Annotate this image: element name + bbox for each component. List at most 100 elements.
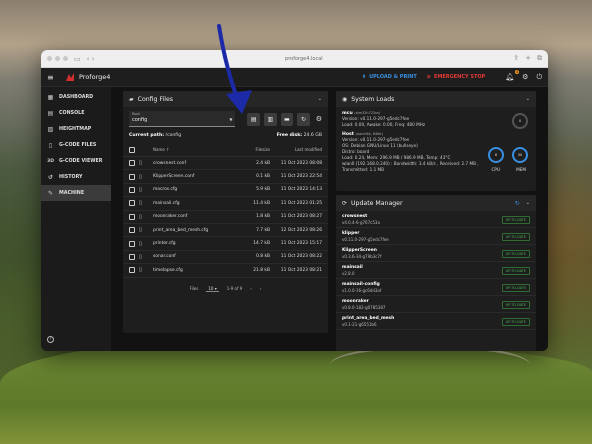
file-icon: ▯ [139,160,142,167]
select-all-checkbox[interactable] [129,146,135,153]
file-name[interactable]: KlipperScreen.conf [149,174,234,179]
file-name[interactable]: printer.cfg [149,241,234,246]
update-icon: ⟳ [342,199,348,207]
file-size: 7.7 kB [256,227,270,233]
sidebar-item-label: DASHBOARD [59,94,94,100]
sidebar-item-console[interactable]: ▤ CONSOLE [41,105,111,121]
sidebar-item-label: MACHINE [59,190,85,196]
mcu-gauge: 0 [512,113,528,129]
sidebar-toggle-icon[interactable]: ▭ [74,55,81,63]
size-column-header[interactable]: Filesize [234,147,270,152]
sidebar-item-gcode-viewer[interactable]: 3D G-CODE VIEWER [41,153,111,169]
date-column-header[interactable]: Last modified [270,147,322,152]
name-column-header[interactable]: Name ↑ [149,147,234,152]
file-name[interactable]: crowsnest.conf [149,161,234,166]
up-to-date-badge[interactable]: UP-TO-DATE [501,249,530,258]
file-date: 11 Oct 2023 14:13 [280,187,322,193]
maximize-dot[interactable] [63,56,68,61]
power-icon[interactable]: ⏻ [536,73,542,82]
up-to-date-badge[interactable]: UP-TO-DATE [501,317,530,326]
file-size: 0.1 kB [256,174,270,180]
minimize-dot[interactable] [55,56,60,61]
notification-button[interactable]: 🔔︎ 4 [505,70,520,81]
sidebar-item-heightmap[interactable]: ▨ HEIGHTMAP [41,121,111,137]
mem-gauge-label: MEM [516,167,526,172]
update-list: crowsnest v4.0.4-6-g767c53a UP-TO-DATE klip… [336,211,536,330]
url-bar[interactable]: proforge4.local [285,56,323,62]
table-row[interactable]: ▯ KlipperScreen.conf 0.1 kB 11 Oct 2023 22:… [123,170,328,184]
file-name[interactable]: macros.cfg [149,187,234,192]
table-row[interactable]: ▯ mainsail.cfg 11.4 kB 11 Oct 2023 01:25 [123,197,328,211]
help-icon[interactable]: ? [47,336,54,343]
folder-icon: ▰ [129,95,134,103]
wrench-icon: ✎ [47,189,54,197]
update-version: v2.8.0 [342,271,355,276]
share-icon[interactable]: ⇪ [513,54,519,63]
free-disk-label: Free disk: [276,133,303,138]
file-size: 14.7 kB [253,241,270,247]
file-plus-icon: ▤ [250,115,257,123]
settings-gear-icon[interactable]: ⚙ [316,115,322,123]
file-name[interactable]: print_area_bed_mesh.cfg [149,228,234,233]
back-icon[interactable]: ‹ › [87,55,95,63]
up-to-date-badge[interactable]: UP-TO-DATE [501,300,530,309]
cpu-gauge-value: 6 [494,153,498,157]
table-row[interactable]: ▯ print_area_bed_mesh.cfg 7.7 kB 12 Oct 202… [123,224,328,238]
root-select[interactable]: Root config ▼ [129,111,236,127]
table-row[interactable]: ▯ printer.cfg 14.7 kB 11 Oct 2023 15:17 [123,237,328,251]
tabs-icon[interactable]: ⧉ [537,54,542,63]
close-dot[interactable] [47,56,52,61]
settings-icon[interactable]: ⚙ [522,73,528,81]
root-select-label: Root [132,112,140,116]
mcu-gauge-value: 0 [518,119,522,123]
up-to-date-badge[interactable]: UP-TO-DATE [501,215,530,224]
chevron-down-icon[interactable]: ⌄ [526,96,530,102]
table-header: Name ↑ Filesize Last modified [123,143,328,157]
chevron-down-icon[interactable]: ⌄ [526,200,530,206]
window-controls[interactable] [47,56,68,61]
refresh-icon[interactable]: ↻ [515,200,520,207]
up-to-date-badge[interactable]: UP-TO-DATE [501,232,530,241]
sidebar-item-gcode-files[interactable]: ▯ G-CODE FILES [41,137,111,153]
new-folder-button[interactable]: ▬ [280,112,294,126]
up-to-date-badge[interactable]: UP-TO-DATE [501,283,530,292]
update-version: v0.11.0-297-g5edc7fee [342,237,389,242]
new-file-button[interactable]: ▤ [247,112,261,126]
new-tab-icon[interactable]: + [525,54,531,63]
sidebar-item-history[interactable]: ↺ HISTORY [41,169,111,185]
chevron-down-icon[interactable]: ⌄ [318,96,322,102]
sidebar-item-dashboard[interactable]: ▦ DASHBOARD [41,89,111,105]
bell-icon: 🔔︎ [505,73,515,81]
table-row[interactable]: ▯ crowsnest.conf 2.4 kB 11 Oct 2023 08:08 [123,157,328,171]
system-loads-title: System Loads [351,95,395,103]
menu-icon[interactable]: ≡ [47,73,61,82]
sidebar-item-machine[interactable]: ✎ MACHINE [41,185,111,201]
next-page-icon[interactable]: › [260,286,262,291]
upload-file-button[interactable]: ▥ [264,112,277,126]
path-row: Current path: /config Free disk: 24.6 GB [123,131,328,140]
emergency-stop-button[interactable]: ⊘ EMERGENCY STOP [427,74,486,80]
history-icon: ↺ [47,173,54,181]
table-row[interactable]: ▯ macros.cfg 5.9 kB 11 Oct 2023 14:13 [123,184,328,198]
file-name[interactable]: timelapse.cfg [149,268,234,273]
file-name[interactable]: mainsail.cfg [149,201,234,206]
file-icon: ▯ [139,227,142,234]
config-files-panel: ▰ Config Files ⌄ Root config ▼ ▤ ▥ ▬ ↻ ⚙… [123,91,328,333]
file-upload-icon: ▥ [267,115,274,123]
refresh-button[interactable]: ↻ [297,112,310,126]
prev-page-icon[interactable]: ‹ [250,286,252,291]
update-name: klipper [342,231,360,236]
table-row[interactable]: ▯ sonar.conf 0.8 kB 11 Oct 2023 08:22 [123,251,328,265]
file-name[interactable]: moonraker.conf [149,214,234,219]
per-page-select[interactable]: 10 ▾ [206,286,219,292]
file-name[interactable]: sonar.conf [149,254,234,259]
upload-print-button[interactable]: ⬆ UPLOAD & PRINT [362,74,417,80]
mcu-load: Load: 0.00, Awake: 0.00, Freq: 480 MHz [342,122,426,127]
table-row[interactable]: ▯ moonraker.conf 1.8 kB 11 Oct 2023 08:27 [123,211,328,224]
up-to-date-badge[interactable]: UP-TO-DATE [501,266,530,275]
update-manager-title: Update Manager [351,199,403,207]
sidebar-item-label: HEIGHTMAP [59,126,92,132]
host-chip: (aarch64, 64bit) [355,132,383,136]
sidebar-nav: ▦ DASHBOARD ▤ CONSOLE ▨ HEIGHTMAP ▯ G-CO… [41,87,111,351]
table-row[interactable]: ▯ timelapse.cfg 21.8 kB 11 Oct 2023 08:21 [123,264,328,278]
